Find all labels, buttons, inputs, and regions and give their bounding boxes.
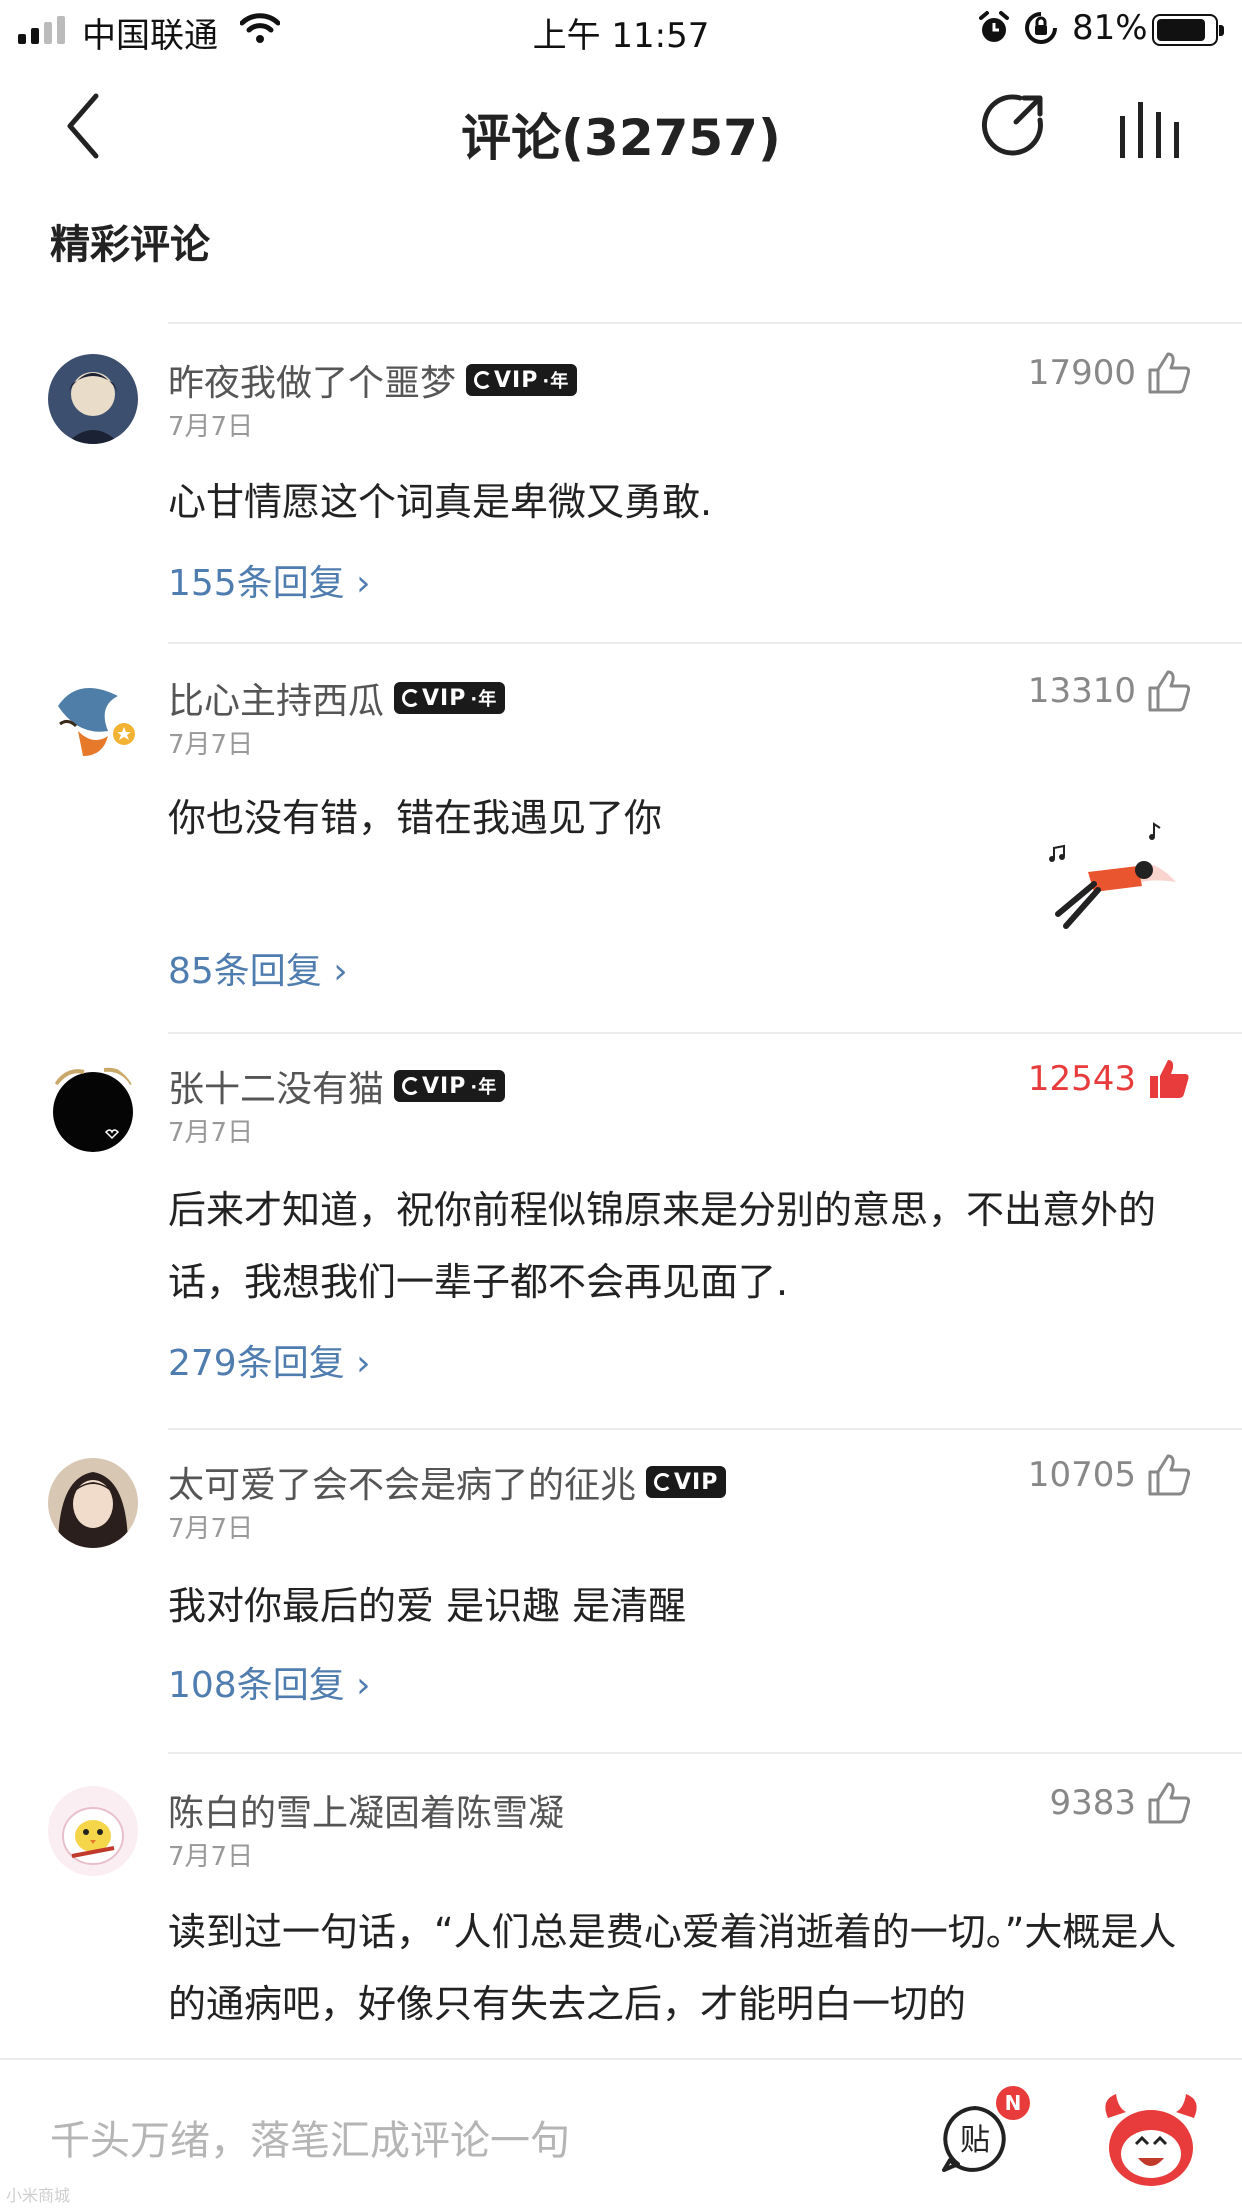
comment-text: 后来才知道，祝你前程似锦原来是分别的意思，不出意外的话，我想我们一辈子都不会再见… bbox=[168, 1188, 1157, 1304]
username-text[interactable]: 陈白的雪上凝固着陈雪凝 bbox=[168, 1784, 564, 1836]
like-count: 10705 bbox=[1027, 1455, 1136, 1495]
like-count: 9383 bbox=[1049, 1783, 1136, 1823]
vip-badge: VIP bbox=[646, 1466, 727, 1498]
vip-text: VIP bbox=[674, 1469, 719, 1495]
replies-count[interactable]: 279条回复 bbox=[168, 1343, 345, 1384]
mascot-icon[interactable] bbox=[1096, 2088, 1206, 2188]
replies-link[interactable]: 85条回复 › bbox=[168, 942, 348, 994]
comment-date: 7月7日 bbox=[168, 730, 254, 760]
username[interactable]: 张十二没有猫 VIP ·年 bbox=[168, 1060, 506, 1112]
replies-link[interactable]: 279条回复 › bbox=[168, 1334, 371, 1386]
comment-item: 陈白的雪上凝固着陈雪凝 7月7日 9383 读到过一句话，“人们总是费心爱着消逝… bbox=[0, 1752, 1242, 2058]
thumbs-up-filled-icon bbox=[1150, 1060, 1189, 1098]
thumbs-up-icon bbox=[1148, 352, 1191, 394]
like-button[interactable]: 12543 bbox=[1028, 1056, 1192, 1102]
vip-text: VIP bbox=[422, 685, 467, 711]
chevron-right-icon: › bbox=[356, 563, 371, 604]
username-text[interactable]: 太可爱了会不会是病了的征兆 bbox=[168, 1456, 636, 1508]
post-label: 贴 bbox=[960, 2123, 990, 2158]
avatar[interactable] bbox=[48, 354, 138, 444]
like-button[interactable]: 13310 bbox=[1028, 668, 1192, 714]
avatar[interactable] bbox=[48, 1458, 138, 1548]
comment-item: 昨夜我做了个噩梦 VIP ·年 7月7日 17900 心甘情愿这个词真是卑微又勇敢… bbox=[0, 322, 1242, 642]
divider bbox=[168, 642, 1242, 644]
vip-text: VIP bbox=[422, 1073, 467, 1099]
username[interactable]: 陈白的雪上凝固着陈雪凝 bbox=[168, 1784, 564, 1836]
divider bbox=[168, 1428, 1242, 1430]
username-text[interactable]: 张十二没有猫 bbox=[168, 1060, 384, 1112]
sticker-image bbox=[1049, 822, 1176, 929]
username[interactable]: 昨夜我做了个噩梦 VIP ·年 bbox=[168, 354, 578, 406]
thumbs-up-icon bbox=[1148, 1782, 1191, 1824]
section-title: 精彩评论 bbox=[50, 222, 210, 268]
replies-link[interactable]: 155条回复 › bbox=[168, 554, 371, 606]
thumbs-up-icon bbox=[1148, 1454, 1191, 1496]
comment-item: 比心主持西瓜 VIP ·年 7月7日 13310 你也没有错，错在我遇见了你 85… bbox=[0, 642, 1242, 1032]
comment-input-bar: 千头万绪，落笔汇成评论一句 贴 N 小米商城 bbox=[0, 2058, 1242, 2210]
thumbs-up-icon bbox=[1148, 670, 1191, 712]
like-count: 17900 bbox=[1027, 353, 1136, 393]
notification-badge: N bbox=[996, 2086, 1030, 2120]
now-playing-icon[interactable] bbox=[1116, 98, 1186, 158]
replies-count[interactable]: 85条回复 bbox=[168, 951, 322, 992]
vip-badge: VIP ·年 bbox=[394, 682, 506, 714]
vip-badge: VIP ·年 bbox=[466, 364, 578, 396]
like-button[interactable]: 17900 bbox=[1028, 350, 1192, 396]
watermark: 小米商城 bbox=[6, 2186, 71, 2205]
like-button[interactable]: 9383 bbox=[1049, 1780, 1192, 1826]
username[interactable]: 比心主持西瓜 VIP ·年 bbox=[168, 672, 506, 724]
divider bbox=[168, 1752, 1242, 1754]
comment-date: 7月7日 bbox=[168, 1514, 254, 1544]
comment-input[interactable]: 千头万绪，落笔汇成评论一句 bbox=[50, 2108, 570, 2166]
like-button[interactable]: 10705 bbox=[1028, 1452, 1192, 1498]
chevron-right-icon: › bbox=[356, 1343, 371, 1384]
status-bar: 中国联通 上午 11:57 81% bbox=[0, 0, 1242, 62]
comment-text: 你也没有错，错在我遇见了你 bbox=[168, 796, 663, 840]
share-icon[interactable] bbox=[980, 92, 1046, 158]
like-count: 12543 bbox=[1027, 1059, 1136, 1099]
rotation-lock-icon bbox=[1025, 12, 1057, 44]
avatar[interactable] bbox=[48, 1786, 138, 1876]
divider bbox=[168, 1032, 1242, 1034]
comment-text: 心甘情愿这个词真是卑微又勇敢. bbox=[168, 480, 713, 524]
comment-text: 读到过一句话，“人们总是费心爱着消逝着的一切。”大概是人的通病吧，好像只有失去之… bbox=[168, 1910, 1177, 2026]
divider bbox=[168, 322, 1242, 324]
vip-text: VIP bbox=[494, 367, 539, 393]
replies-count[interactable]: 108条回复 bbox=[168, 1665, 345, 1706]
comment-date: 7月7日 bbox=[168, 1842, 254, 1872]
avatar[interactable] bbox=[48, 676, 138, 766]
avatar[interactable] bbox=[48, 1062, 138, 1152]
comment-item: 张十二没有猫 VIP ·年 7月7日 12543 后来才知道，祝你前程似锦原来是分… bbox=[0, 1032, 1242, 1428]
vip-year: ·年 bbox=[470, 1077, 498, 1098]
chevron-right-icon: › bbox=[333, 951, 348, 992]
nav-bar: 评论(32757) bbox=[0, 62, 1242, 192]
chevron-right-icon: › bbox=[356, 1665, 371, 1706]
comment-text: 我对你最后的爱 是识趣 是清醒 bbox=[168, 1584, 687, 1628]
comment-date: 7月7日 bbox=[168, 1118, 254, 1148]
battery-icon bbox=[1152, 14, 1224, 46]
replies-link[interactable]: 108条回复 › bbox=[168, 1656, 371, 1708]
alarm-icon bbox=[979, 11, 1009, 42]
vip-badge: VIP ·年 bbox=[394, 1070, 506, 1102]
comment-item: 太可爱了会不会是病了的征兆 VIP 7月7日 10705 我对你最后的爱 是识趣… bbox=[0, 1428, 1242, 1748]
replies-count[interactable]: 155条回复 bbox=[168, 563, 345, 604]
page-title: 评论(32757) bbox=[461, 109, 781, 167]
username-text[interactable]: 比心主持西瓜 bbox=[168, 672, 384, 724]
comment-date: 7月7日 bbox=[168, 412, 254, 442]
like-count: 13310 bbox=[1027, 671, 1136, 711]
vip-year: ·年 bbox=[542, 371, 570, 392]
battery-percent: 81% bbox=[1072, 8, 1148, 48]
vip-year: ·年 bbox=[470, 689, 498, 710]
username[interactable]: 太可爱了会不会是病了的征兆 VIP bbox=[168, 1456, 727, 1508]
username-text[interactable]: 昨夜我做了个噩梦 bbox=[168, 354, 456, 406]
